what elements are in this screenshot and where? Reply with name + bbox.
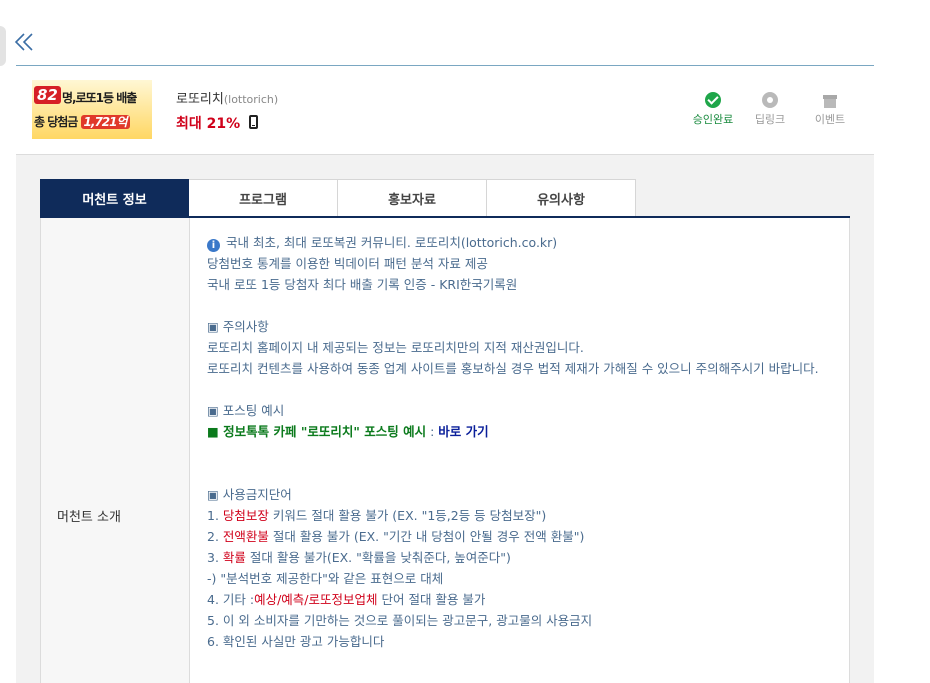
banned-4-word: 예상/예측/로또정보업체 [254,592,378,607]
banned-num-2: 2. [207,529,223,544]
merchant-info-table: 머천트 소개 i 국내 최초, 최대 로또복권 커뮤니티. 로또리치(lottor… [40,218,850,683]
notice-line-1: 로또리치 홈페이지 내 제공되는 정보는 로또리치만의 지적 재산권입니다. [207,340,584,355]
posting-colon: : [426,424,439,439]
posting-go-link[interactable]: 바로 가기 [438,424,488,439]
merchant-banner-image: 82 명,로또1등 배출 총 당첨금 1,721억 [32,80,152,139]
banned-alt: -) "분석번호 제공한다"와 같은 표현으로 대체 [207,571,444,586]
status-deeplink: 딥링크 [743,92,797,127]
info-icon: i [207,239,220,252]
deeplink-icon [762,92,778,108]
banned-item-6: 6. 확인된 사실만 광고 가능합니다 [207,634,385,649]
banner-line2: 총 당첨금 1,721억 [34,113,130,130]
notice-title: ▣ 주의사항 [207,319,269,334]
banned-word-2: 전액환불 [222,529,269,544]
posting-title: ▣ 포스팅 예시 [207,403,285,418]
tab-merchant-info[interactable]: 머천트 정보 [40,179,189,217]
tab-promo-materials[interactable]: 홍보자료 [338,179,487,217]
tab-program[interactable]: 프로그램 [189,179,338,217]
merchant-rate: 최대 21% [176,113,259,133]
banned-rest-2: 절대 활용 불가 (EX. "기간 내 당첨이 안될 경우 전액 환불") [268,529,585,544]
banned-4-rest: 단어 절대 활용 불가 [377,592,486,607]
banned-item-2: 2. 전액환불 절대 활용 불가 (EX. "기간 내 당첨이 안될 경우 전액… [207,526,837,547]
tab-bar: 머천트 정보 프로그램 홍보자료 유의사항 [40,179,636,217]
tab-notes[interactable]: 유의사항 [487,179,636,217]
banned-item-4: 4. 기타 :예상/예측/로또정보업체 단어 절대 활용 불가 [207,589,837,610]
check-circle-icon [705,92,721,108]
merchant-rate-value: 최대 21% [176,116,241,132]
merchant-name-ko: 로또리치 [176,92,224,107]
merchant-header: 82 명,로또1등 배출 총 당첨금 1,721억 로또리치(lottorich… [16,66,874,155]
banned-item-1: 1. 당첨보장 키워드 절대 활용 불가 (EX. "1등,2등 등 당첨보장"… [207,505,837,526]
banned-rest-1: 키워드 절대 활용 불가 (EX. "1등,2등 등 당첨보장") [268,508,547,523]
banned-num-3: 3. [207,550,223,565]
page: 82 명,로또1등 배출 총 당첨금 1,721억 로또리치(lottorich… [0,0,930,683]
banned-item-5: 5. 이 외 소비자를 기만하는 것으로 풀이되는 광고문구, 광고물의 사용금… [207,613,593,628]
banned-word-3: 확률 [222,550,246,565]
merchant-name: 로또리치(lottorich) [176,88,278,107]
status-approved-label: 승인완료 [692,113,734,126]
posting-example-text: ■ 정보톡톡 카페 "로또리치" 포스팅 예시 [207,424,427,439]
status-event: 이벤트 [803,92,857,127]
posting-example: ■ 정보톡톡 카페 "로또리치" 포스팅 예시 : 바로 가기 [207,421,837,442]
banned-word-1: 당첨보장 [222,508,269,523]
banned-num-1: 1. [207,508,223,523]
status-event-label: 이벤트 [814,113,846,126]
notice-line-2: 로또리치 컨텐츠를 사용하여 동종 업계 사이트를 홍보하실 경우 법적 제재가… [207,361,819,376]
merchant-description: i 국내 최초, 최대 로또복권 커뮤니티. 로또리치(lottorich.co.… [207,232,837,652]
intro-text-1: 국내 최초, 최대 로또복권 커뮤니티. 로또리치(lottorich.co.k… [226,235,558,250]
gift-icon [822,92,838,108]
banner-line2-prefix: 총 당첨금 [34,115,78,129]
banned-item-3: 3. 확률 절대 활용 불가(EX. "확률을 낮춰준다, 높여준다") [207,547,837,568]
banned-title: ▣ 사용금지단어 [207,487,292,502]
banner-line2-amount: 1,721억 [80,115,130,129]
side-panel-handle[interactable] [0,26,6,66]
status-approved: 승인완료 [686,92,740,127]
label-column: 머천트 소개 [41,218,190,683]
banned-4-prefix: 4. 기타 : [207,592,255,607]
status-deeplink-label: 딥링크 [754,113,786,126]
intro-line-3: 국내 로또 1등 당첨자 최다 배출 기록 인증 - KRI한국기록원 [207,277,518,292]
mobile-phone-icon [249,115,259,129]
banned-rest-3: 절대 활용 불가(EX. "확률을 낮춰준다, 높여준다") [245,550,511,565]
intro-line-2: 당첨번호 통계를 이용한 빅데이터 패턴 분석 자료 제공 [207,256,488,271]
banner-count: 82 [34,86,61,104]
section-label: 머천트 소개 [57,510,121,525]
banner-line1: 명,로또1등 배출 [62,91,137,105]
merchant-name-en: (lottorich) [223,93,279,106]
double-chevron-left-icon[interactable] [14,30,38,56]
intro-line-1: i 국내 최초, 최대 로또복권 커뮤니티. 로또리치(lottorich.co.… [207,232,837,253]
